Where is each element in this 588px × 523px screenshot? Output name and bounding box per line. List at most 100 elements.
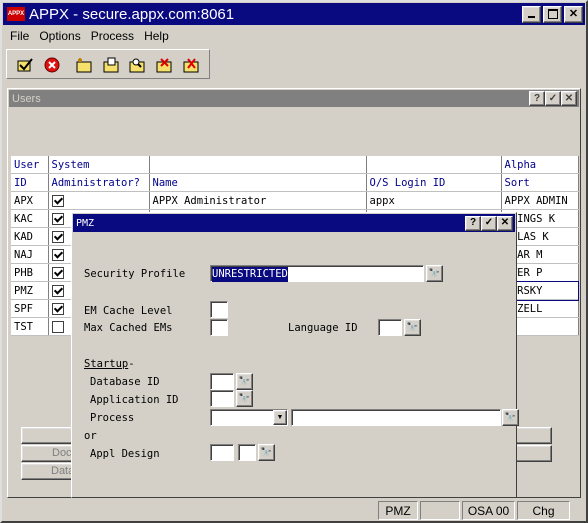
cell-sort[interactable]: APPX ADMIN xyxy=(501,191,579,210)
cell-id[interactable]: NAJ xyxy=(11,245,49,264)
check-icon: ✓ xyxy=(484,217,494,228)
minimize-button[interactable] xyxy=(522,5,541,23)
delete-folder-icon xyxy=(156,58,171,73)
cancel-button[interactable] xyxy=(40,54,63,76)
new-record-icon xyxy=(76,58,91,73)
cell-id[interactable]: APX xyxy=(11,191,49,210)
cell-id[interactable]: SPF xyxy=(11,299,49,318)
column-header[interactable]: Administrator? xyxy=(48,173,150,192)
cell-id[interactable]: PHB xyxy=(11,263,49,282)
admin-checkbox[interactable] xyxy=(51,302,64,315)
dropdown-button[interactable]: ▼ xyxy=(273,410,287,425)
search-folder-icon xyxy=(129,58,144,73)
menu-bar: File Options Process Help xyxy=(5,29,174,45)
binoculars-icon: 🔭 xyxy=(238,393,251,403)
column-header[interactable]: Alpha xyxy=(501,156,579,174)
close-button[interactable]: ✕ xyxy=(564,5,583,23)
startup-label: Startup- xyxy=(84,358,135,370)
column-header[interactable]: ID xyxy=(11,173,49,192)
users-help-button[interactable]: ? xyxy=(529,91,545,106)
database-id-field[interactable] xyxy=(210,373,234,390)
table-row[interactable]: APX APPX Administrator appx APPX ADMIN xyxy=(11,191,579,210)
process-type-select[interactable]: ▼ xyxy=(210,409,288,426)
menu-file[interactable]: File xyxy=(5,29,34,43)
users-ok-button[interactable]: ✓ xyxy=(545,91,561,106)
close-icon: ✕ xyxy=(500,217,510,228)
max-cached-ems-label: Max Cached EMs xyxy=(84,322,173,334)
app-title-bar: APPX APPX - secure.appx.com:8061 ✕ xyxy=(3,3,585,25)
maximize-button[interactable] xyxy=(543,5,562,23)
column-header[interactable]: O/S Login ID xyxy=(366,173,502,192)
menu-process[interactable]: Process xyxy=(86,29,139,43)
admin-checkbox[interactable] xyxy=(51,194,64,207)
search-folder-button[interactable] xyxy=(125,54,148,76)
binoculars-icon: 🔭 xyxy=(238,376,251,386)
table-header-row-2: ID Administrator? Name O/S Login ID Sort xyxy=(11,173,579,192)
admin-cell[interactable] xyxy=(48,191,150,210)
admin-checkbox[interactable] xyxy=(51,248,64,261)
ok-button[interactable] xyxy=(13,54,36,76)
check-icon: ✓ xyxy=(548,92,558,104)
admin-checkbox[interactable] xyxy=(51,230,64,243)
users-close-button[interactable]: ✕ xyxy=(561,91,577,106)
em-cache-level-field[interactable] xyxy=(210,301,228,318)
or-label: or xyxy=(84,430,97,442)
maximize-icon xyxy=(547,9,558,19)
max-cached-ems-field[interactable] xyxy=(210,319,228,336)
delete-folder-button[interactable] xyxy=(152,54,175,76)
cell-id[interactable]: TST xyxy=(11,317,49,336)
cell-id[interactable]: KAC xyxy=(11,209,49,228)
appl-design-field-2[interactable] xyxy=(238,444,256,461)
language-id-field[interactable] xyxy=(378,319,402,336)
application-lookup-button[interactable]: 🔭 xyxy=(236,390,253,407)
users-right-button-2[interactable] xyxy=(515,445,552,462)
security-profile-lookup-button[interactable]: 🔭 xyxy=(426,265,443,282)
appl-design-field-1[interactable] xyxy=(210,444,234,461)
admin-checkbox[interactable] xyxy=(51,320,64,333)
column-header[interactable]: Sort xyxy=(501,173,579,192)
application-id-label: Application ID xyxy=(90,394,179,406)
language-lookup-button[interactable]: 🔭 xyxy=(404,319,421,336)
admin-checkbox[interactable] xyxy=(51,284,64,297)
table-header-row-1: User System Alpha xyxy=(11,156,579,174)
process-lookup-button[interactable]: 🔭 xyxy=(502,409,519,426)
cancel-icon xyxy=(44,57,59,73)
pmz-dialog-title: PMZ xyxy=(76,217,95,229)
column-header[interactable]: User xyxy=(11,156,49,174)
appl-design-label: Appl Design xyxy=(90,448,160,460)
cell-id[interactable]: PMZ xyxy=(11,281,49,300)
column-header[interactable] xyxy=(149,156,367,174)
column-header[interactable]: System xyxy=(48,156,150,174)
binoculars-icon: 🔭 xyxy=(260,447,273,457)
checkmark-icon xyxy=(17,58,33,72)
menu-help[interactable]: Help xyxy=(139,29,174,43)
delete-record-button[interactable] xyxy=(179,54,202,76)
chevron-down-icon: ▼ xyxy=(276,414,284,421)
menu-options[interactable]: Options xyxy=(34,29,85,43)
pmz-close-button[interactable]: ✕ xyxy=(497,215,513,231)
cell-name[interactable]: APPX Administrator xyxy=(149,191,367,210)
close-icon: ✕ xyxy=(564,92,574,104)
pmz-ok-button[interactable]: ✓ xyxy=(481,215,497,231)
binoculars-icon: 🔭 xyxy=(504,412,517,422)
column-header[interactable] xyxy=(366,156,502,174)
em-cache-level-label: EM Cache Level xyxy=(84,305,173,317)
column-header[interactable]: Name xyxy=(149,173,367,192)
users-right-button-1[interactable] xyxy=(515,427,552,444)
admin-checkbox[interactable] xyxy=(51,266,64,279)
binoculars-icon: 🔭 xyxy=(406,322,419,332)
status-osa: OSA 00 xyxy=(462,501,515,520)
cell-login[interactable]: appx xyxy=(366,191,502,210)
database-lookup-button[interactable]: 🔭 xyxy=(236,373,253,390)
open-folder-button[interactable] xyxy=(99,54,122,76)
security-profile-label: Security Profile xyxy=(84,268,186,280)
cell-id[interactable]: KAD xyxy=(11,227,49,246)
admin-checkbox[interactable] xyxy=(51,212,64,225)
pmz-help-button[interactable]: ? xyxy=(465,215,481,231)
application-id-field[interactable] xyxy=(210,390,234,407)
security-profile-field[interactable]: UNRESTRICTED xyxy=(210,265,424,282)
appl-design-lookup-button[interactable]: 🔭 xyxy=(258,444,275,461)
process-name-field[interactable] xyxy=(291,409,501,426)
new-record-button[interactable] xyxy=(72,54,95,76)
delete-record-icon xyxy=(183,58,198,73)
